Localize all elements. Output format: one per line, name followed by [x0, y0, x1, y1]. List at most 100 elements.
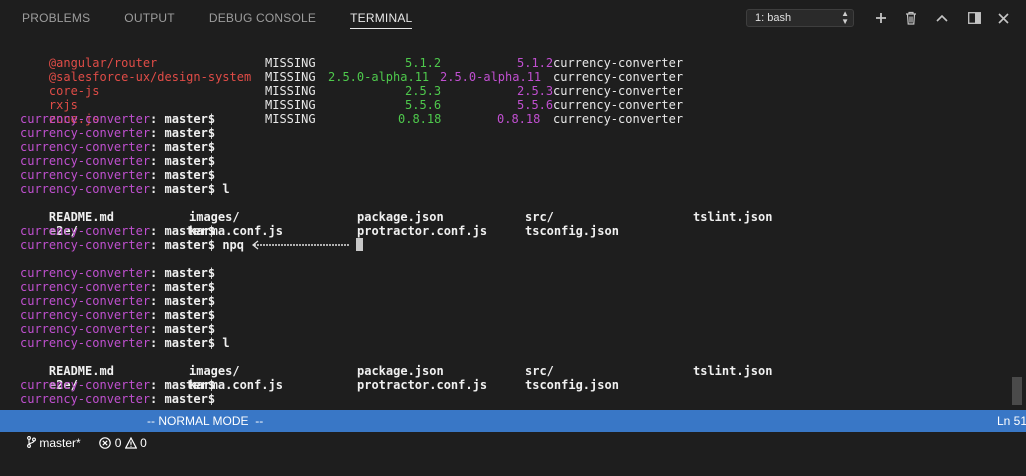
panel-tabs: PROBLEMS OUTPUT DEBUG CONSOLE TERMINAL [22, 0, 446, 36]
status-text: MISSING [265, 112, 316, 126]
prompt-dir: currency-converter [20, 112, 151, 126]
prompt-dir: currency-converter [20, 126, 151, 140]
split-icon[interactable] [966, 10, 982, 26]
prompt-dir: currency-converter [20, 322, 151, 336]
version-latest: 5.1.2 [517, 56, 554, 70]
prompt-branch: master [164, 140, 208, 154]
prompt-dir: currency-converter [20, 266, 151, 280]
chevron-up-icon[interactable] [934, 10, 950, 26]
terminal-select[interactable]: 1: bash ▲ ▼ [746, 9, 854, 27]
ls-entry: images/ [189, 364, 240, 378]
terminal-select-value: 1: bash [755, 12, 792, 24]
prompt-dir: currency-converter [20, 378, 151, 392]
prompt-line: currency-converter: master$ [20, 294, 216, 308]
prompt-branch: master [164, 238, 208, 252]
dependent: currency-converter [553, 56, 684, 70]
prompt-branch: master [164, 168, 208, 182]
problems-indicator[interactable]: 0 0 [86, 410, 147, 450]
error-icon [99, 437, 112, 449]
version-wanted: 2.5.3 [405, 84, 442, 98]
ls-entry: package.json [357, 210, 444, 224]
status-text: MISSING [265, 98, 316, 112]
prompt-dir: currency-converter [20, 154, 151, 168]
ls-entry: src/ [525, 364, 554, 378]
version-wanted: 5.5.6 [405, 98, 442, 112]
prompt-branch: master [164, 224, 208, 238]
dependent: currency-converter [553, 70, 684, 84]
command-text: l [222, 182, 230, 196]
terminal-cursor [356, 238, 363, 251]
prompt-line: currency-converter: master$ [20, 322, 216, 336]
ls-row: README.md images/package.json src/tslint.j… [20, 196, 773, 224]
progress-arrow [250, 238, 356, 252]
git-branch-icon [27, 436, 37, 448]
prompt-line: currency-converter: master$ [20, 266, 216, 280]
missing-row: @salesforce-ux/design-system MISSING 2.5.0… [20, 56, 683, 84]
close-icon[interactable] [995, 10, 1011, 26]
tab-problems[interactable]: PROBLEMS [22, 0, 90, 36]
missing-row: rxjs MISSING 5.5.6 5.5.6 currency-converter [20, 84, 683, 112]
terminal-output[interactable]: @angular/router MISSING 5.1.2 5.1.2 currency… [20, 41, 1010, 407]
prompt-dir: currency-converter [20, 294, 151, 308]
select-arrows-icon: ▲ ▼ [841, 9, 849, 26]
prompt-line: currency-converter: master$ [20, 280, 216, 294]
prompt-branch: master [164, 154, 208, 168]
prompt-line: currency-converter: master$ npq [20, 238, 363, 252]
prompt-branch: master [164, 280, 208, 294]
version-wanted: 5.1.2 [405, 56, 442, 70]
branch-indicator[interactable]: master* [14, 410, 81, 450]
status-text: MISSING [265, 84, 316, 98]
prompt-branch: master [164, 336, 208, 350]
prompt-branch: master [164, 126, 208, 140]
prompt-dir: currency-converter [20, 168, 151, 182]
terminal-scrollbar[interactable] [1012, 377, 1022, 405]
missing-row: @angular/router MISSING 5.1.2 5.1.2 currency… [20, 42, 683, 70]
ls-row: e2e/karma.conf.js protractor.conf.js tscon… [20, 364, 619, 392]
command-text: l [222, 336, 230, 350]
prompt-branch: master [164, 392, 208, 406]
ls-entry: protractor.conf.js [357, 224, 488, 238]
trash-icon[interactable] [903, 10, 919, 26]
prompt-line: currency-converter: master$ [20, 168, 216, 182]
ls-entry: tslint.json [693, 364, 773, 378]
tab-terminal[interactable]: TERMINAL [350, 0, 413, 36]
prompt-dir: currency-converter [20, 224, 151, 238]
prompt-line: currency-converter: master$ [20, 224, 216, 238]
ls-entry: images/ [189, 210, 240, 224]
prompt-branch: master [164, 182, 208, 196]
status-text: MISSING [265, 56, 316, 70]
command-text: npq [222, 238, 244, 252]
plus-icon[interactable] [873, 10, 889, 26]
missing-row: core-js MISSING 2.5.3 2.5.3 currency-convert… [20, 70, 683, 98]
prompt-line: currency-converter: master$ [20, 126, 216, 140]
prompt-line: currency-converter: master$ [20, 154, 216, 168]
version-wanted: 2.5.0-alpha.11 [328, 70, 430, 84]
ls-entry: tsconfig.json [525, 378, 619, 392]
error-count: 0 [114, 436, 122, 450]
dependent: currency-converter [553, 112, 684, 126]
prompt-dir: currency-converter [20, 140, 151, 154]
prompt-dir: currency-converter [20, 392, 151, 406]
version-wanted: 0.8.18 [398, 112, 442, 126]
version-latest: 0.8.18 [497, 112, 541, 126]
prompt-dir: currency-converter [20, 238, 151, 252]
branch-name: master* [39, 436, 81, 450]
prompt-branch: master [164, 378, 208, 392]
prompt-line: currency-converter: master$ [20, 140, 216, 154]
prompt-line: currency-converter: master$ [20, 392, 216, 406]
prompt-branch: master [164, 294, 208, 308]
ls-entry: tsconfig.json [525, 224, 619, 238]
prompt-dir: currency-converter [20, 336, 151, 350]
tab-terminal-label: TERMINAL [350, 8, 413, 29]
prompt-line: currency-converter: master$ [20, 112, 216, 126]
tab-debug-console[interactable]: DEBUG CONSOLE [209, 0, 316, 36]
tab-output[interactable]: OUTPUT [124, 0, 175, 36]
prompt-line: currency-converter: master$ [20, 308, 216, 322]
panel-header: PROBLEMS OUTPUT DEBUG CONSOLE TERMINAL 1… [0, 0, 1026, 36]
dependent: currency-converter [553, 84, 684, 98]
prompt-dir: currency-converter [20, 280, 151, 294]
cursor-position[interactable]: Ln 51 [997, 410, 1026, 432]
prompt-dir: currency-converter [20, 308, 151, 322]
status-text: MISSING [265, 70, 316, 84]
status-bar: master* 0 0 -- NORMAL MODE -- Ln 51 [0, 410, 1026, 450]
